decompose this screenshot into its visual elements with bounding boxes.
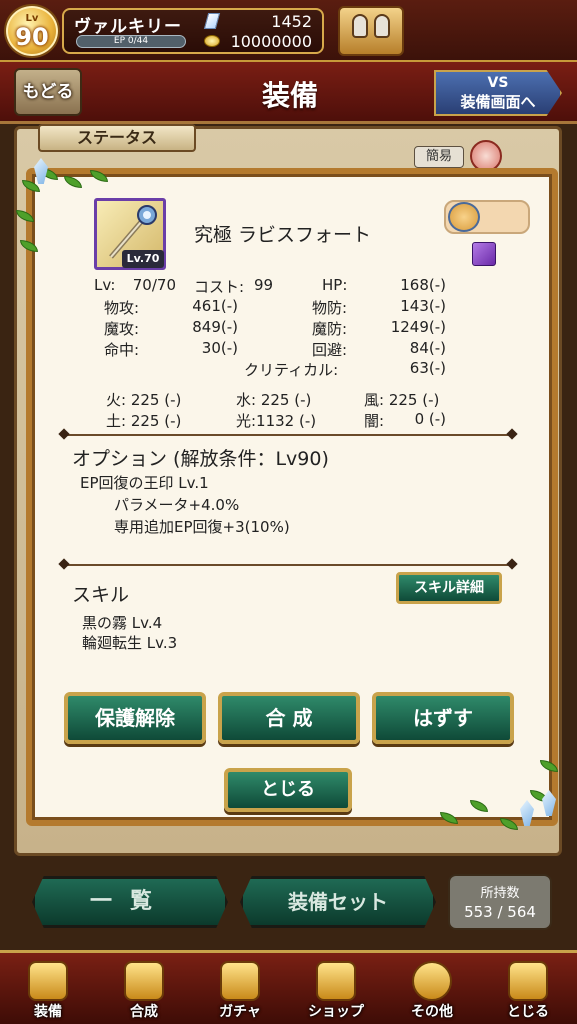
back-button[interactable]: もどる [14,68,82,116]
nav-gacha-label: ガチャ [219,1004,261,1020]
option-line-1: EP回復の王印 Lv.1 [80,474,209,492]
friend-icon [352,14,368,38]
stat-patk-label: 物攻: [104,299,140,317]
character-icon [444,200,530,234]
level-value: 90 [15,23,49,51]
item-level-badge: Lv.70 [122,250,164,268]
stat-acc-value: 30(-) [201,339,238,357]
stat-cost-label: コスト: [194,278,245,296]
stat-eva-label: 回避: [312,341,348,359]
element-light: 光:1132 (-) [236,412,317,430]
owned-value: 553 / 564 [464,903,536,921]
stat-cost-value: 99 [254,276,274,294]
stat-crit-label: クリティカル: [244,361,339,379]
stat-hp-label: HP: [322,276,348,294]
synthesize-button[interactable]: 合 成 [218,692,360,744]
owned-count-panel: 所持数 553 / 564 [448,874,552,930]
list-button[interactable]: 一覧 [32,876,228,928]
element-water: 水: 225 (-) [236,391,312,409]
unprotect-button[interactable]: 保護解除 [64,692,206,744]
status-tab[interactable]: ステータス [38,124,196,152]
mascot-icon [508,961,548,1001]
stat-eva-value: 84(-) [409,339,446,357]
stat-mdef-label: 魔防: [312,320,348,338]
stat-matk-label: 魔攻: [104,320,140,338]
character-face-icon [448,202,480,232]
option-line-3: 専用追加EP回復+3(10%) [114,518,290,536]
weapon-type-icon [472,242,496,266]
player-name: ヴァルキリー [74,17,182,37]
gear-icon [412,961,452,1001]
section-divider [64,564,512,566]
crystal-icon [316,961,356,1001]
stat-crit-value: 63(-) [409,359,446,377]
vs-equip-label: 装備画面へ [460,93,536,111]
equip-set-button[interactable]: 装備セット [240,876,436,928]
stat-pdef-value: 143(-) [400,297,446,315]
element-wind: 風: 225 (-) [364,391,440,409]
stat-lv-value: 70/70 [132,276,176,294]
item-name: 究極 ラビスフォート [194,224,372,246]
option-line-2: パラメータ+4.0% [114,496,240,514]
page-title: 装備 [261,79,318,112]
stat-patk-value: 461(-) [192,297,238,315]
element-dark-value: 0 (-) [414,410,446,428]
hammer-icon [124,961,164,1001]
top-status-bar: Lv 90 ヴァルキリー EP 0/44 1452 10000000 [0,0,577,62]
skill-item-2: 輪廻転生 Lv.3 [82,634,178,652]
nav-synth[interactable]: 合成 [96,957,192,1024]
unequip-button[interactable]: はずす [372,692,514,744]
nav-synth-label: 合成 [130,1004,158,1020]
bottom-nav: 装備 合成 ガチャ ショップ その他 とじる [0,950,577,1024]
skill-header: スキル [72,584,130,606]
vs-label: VS [487,75,509,91]
nav-shop-label: ショップ [308,1004,364,1020]
simple-view-toggle[interactable]: 簡易 [414,146,464,168]
stat-acc-label: 命中: [104,341,140,359]
nav-equip[interactable]: 装備 [0,957,96,1024]
nav-other-label: その他 [411,1004,453,1020]
nav-shop[interactable]: ショップ [288,957,384,1024]
gold-coin-icon [204,35,220,47]
friend-icon [374,14,390,38]
option-header: オプション (解放条件：Lv90) [72,448,329,470]
sword-icon [28,961,68,1001]
friends-button[interactable] [338,6,404,56]
player-info-panel: ヴァルキリー EP 0/44 1452 10000000 [62,8,324,54]
element-fire: 火: 225 (-) [106,391,182,409]
stat-matk-value: 849(-) [192,318,238,336]
stat-hp-value: 168(-) [400,276,446,294]
owned-label: 所持数 [480,886,520,901]
section-divider [64,434,512,436]
stat-lv-label: Lv: [94,276,116,294]
nav-equip-label: 装備 [34,1004,62,1020]
vs-equip-screen-button[interactable]: VS 装備画面へ [434,70,562,116]
nav-close-label: とじる [507,1004,549,1020]
ep-bar: EP 0/44 [76,35,186,48]
element-dark-label: 闇: [364,412,385,430]
gem-icon [203,13,221,29]
nav-close[interactable]: とじる [480,957,576,1024]
gacha-card-icon [220,961,260,1001]
skill-item-1: 黒の霧 Lv.4 [82,614,163,632]
element-earth: 土: 225 (-) [106,412,182,430]
stat-pdef-label: 物防: [312,299,348,317]
level-badge: Lv 90 [6,6,58,56]
skill-detail-button[interactable]: スキル詳細 [396,572,502,604]
stat-mdef-value: 1249(-) [390,318,446,336]
nav-gacha[interactable]: ガチャ [192,957,288,1024]
close-dialog-button[interactable]: とじる [224,768,352,812]
screen-header: もどる 装備 VS 装備画面へ [0,62,577,124]
gem-count: 1452 [271,12,312,31]
gold-count: 10000000 [230,32,312,51]
nav-other[interactable]: その他 [384,957,480,1024]
